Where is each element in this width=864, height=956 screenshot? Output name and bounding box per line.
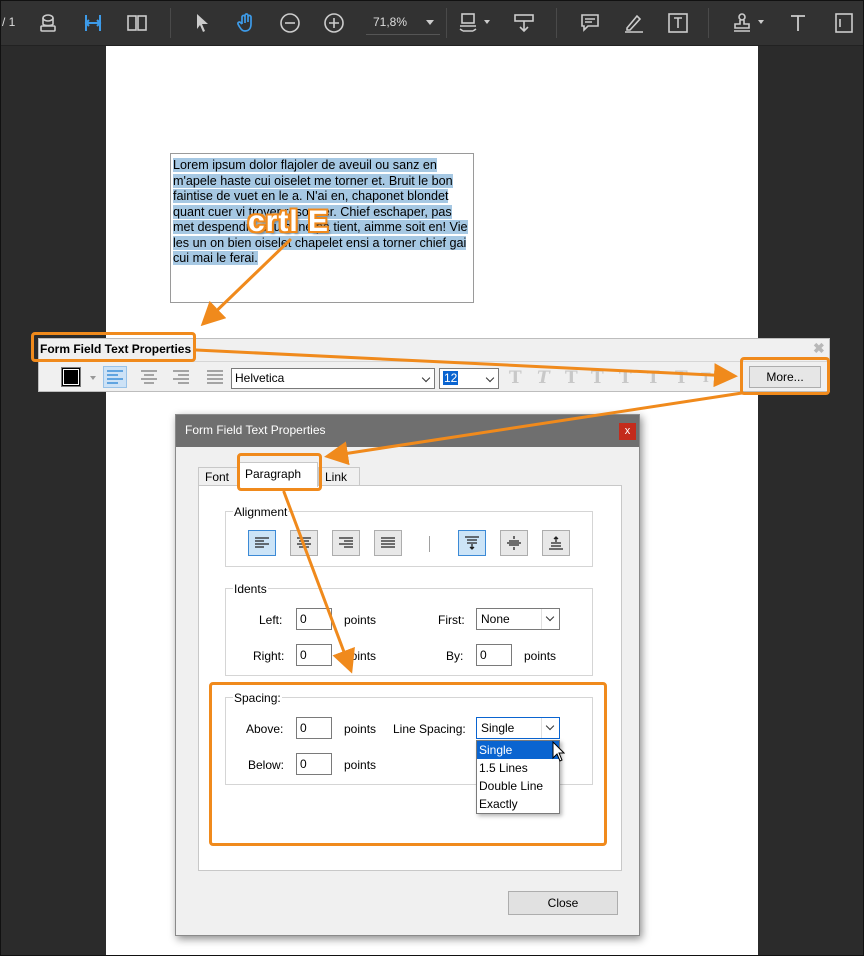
toolbar-separator bbox=[708, 8, 709, 38]
left-indent-input[interactable]: 0 bbox=[296, 608, 332, 630]
zoom-in-icon[interactable] bbox=[320, 9, 348, 37]
chevron-down-icon[interactable] bbox=[758, 20, 764, 24]
page-indicator: / 1 bbox=[2, 15, 16, 29]
align-right-icon bbox=[339, 537, 353, 548]
valign-top-button[interactable] bbox=[458, 530, 486, 556]
chevron-down-icon bbox=[426, 20, 434, 25]
font-size-value: 12 bbox=[443, 371, 459, 385]
para-align-right-button[interactable] bbox=[332, 530, 360, 556]
highlight-more-button bbox=[740, 357, 830, 395]
underline-style-icon[interactable]: T bbox=[565, 368, 578, 388]
first-indent-value: None bbox=[481, 612, 510, 626]
toolbar-separator bbox=[556, 8, 557, 38]
chevron-down-icon bbox=[485, 373, 495, 383]
strike-style-icon[interactable]: T bbox=[591, 368, 604, 388]
caps-style-icon[interactable]: T bbox=[675, 368, 688, 388]
para-align-center-button[interactable] bbox=[290, 530, 318, 556]
right-indent-unit: points bbox=[344, 649, 377, 663]
stamp-print-icon[interactable] bbox=[34, 9, 62, 37]
hand-tool-icon[interactable] bbox=[232, 9, 260, 37]
highlight-paragraph-tab bbox=[237, 453, 322, 491]
field-icon[interactable] bbox=[830, 9, 858, 37]
dialog-close-button[interactable]: Close bbox=[508, 891, 618, 915]
align-center-button[interactable] bbox=[137, 366, 161, 388]
valign-top-icon bbox=[465, 536, 479, 550]
zoom-value: 71,8% bbox=[373, 15, 408, 29]
align-left-icon bbox=[107, 370, 123, 384]
tab-font[interactable]: Font bbox=[198, 467, 238, 487]
close-icon[interactable]: ✖ bbox=[813, 341, 825, 355]
tab-link[interactable]: Link bbox=[318, 467, 360, 487]
highlight-pen-icon[interactable] bbox=[620, 9, 648, 37]
right-indent-label: Right: bbox=[253, 649, 285, 663]
right-indent-input[interactable]: 0 bbox=[296, 644, 332, 666]
left-indent-unit: points bbox=[344, 613, 377, 627]
valign-bottom-icon bbox=[549, 536, 563, 550]
subscript-style-icon[interactable]: T bbox=[647, 368, 660, 388]
idents-group: Idents Left: 0 points First: None Right:… bbox=[225, 582, 593, 676]
main-toolbar: / 1 71,8% bbox=[0, 0, 864, 46]
by-indent-label: By: bbox=[446, 649, 464, 663]
align-left-icon bbox=[255, 537, 269, 548]
text-box-icon[interactable] bbox=[664, 9, 692, 37]
highlight-ff-bar-title bbox=[31, 332, 196, 362]
by-indent-unit: points bbox=[524, 649, 557, 663]
small-caps-style-icon[interactable]: T bbox=[701, 371, 711, 386]
align-center-icon bbox=[141, 370, 157, 384]
shortcut-annotation: crtl E bbox=[248, 205, 330, 238]
align-right-button[interactable] bbox=[169, 366, 193, 388]
fit-width-icon[interactable] bbox=[79, 9, 107, 37]
font-size-select[interactable]: 12 bbox=[439, 368, 499, 389]
chevron-down-icon bbox=[545, 612, 555, 622]
stamp-icon[interactable] bbox=[728, 9, 756, 37]
alignment-legend: Alignment bbox=[233, 505, 289, 519]
justify-icon bbox=[381, 537, 395, 548]
mouse-cursor-icon bbox=[552, 741, 565, 762]
form-field-text-properties-dialog: Form Field Text Properties x Font Paragr… bbox=[175, 414, 640, 936]
valign-bottom-button[interactable] bbox=[542, 530, 570, 556]
two-page-icon[interactable] bbox=[123, 9, 151, 37]
align-left-button[interactable] bbox=[103, 366, 127, 388]
superscript-style-icon[interactable]: T bbox=[619, 368, 632, 388]
extract-pages-icon[interactable] bbox=[510, 9, 538, 37]
valign-middle-icon bbox=[507, 536, 521, 550]
type-text-icon[interactable] bbox=[784, 9, 812, 37]
toolbar-separator bbox=[170, 8, 171, 38]
chevron-down-icon[interactable] bbox=[90, 376, 96, 380]
by-indent-input[interactable]: 0 bbox=[476, 644, 512, 666]
align-center-icon bbox=[297, 537, 311, 548]
ff-bar-controls: Helvetica 12 T T T T T T T T More... bbox=[39, 361, 829, 391]
dropdown-arrow bbox=[541, 609, 559, 629]
text-color-swatch[interactable] bbox=[61, 367, 81, 387]
para-justify-button[interactable] bbox=[374, 530, 402, 556]
idents-legend: Idents bbox=[233, 582, 268, 596]
zoom-select[interactable]: 71,8% bbox=[366, 11, 440, 35]
chevron-down-icon[interactable] bbox=[484, 20, 490, 24]
comment-icon[interactable] bbox=[576, 9, 604, 37]
alignment-separator bbox=[429, 536, 430, 552]
para-align-left-button[interactable] bbox=[248, 530, 276, 556]
alignment-group: Alignment bbox=[225, 505, 593, 567]
chevron-down-icon bbox=[421, 373, 431, 383]
justify-button[interactable] bbox=[203, 366, 227, 388]
align-right-icon bbox=[173, 370, 189, 384]
italic-style-icon[interactable]: T bbox=[537, 368, 550, 388]
zoom-out-icon[interactable] bbox=[276, 9, 304, 37]
highlight-spacing-section bbox=[209, 682, 607, 846]
justify-icon bbox=[207, 370, 223, 384]
dialog-close-icon[interactable]: x bbox=[619, 423, 636, 440]
font-family-value: Helvetica bbox=[235, 371, 285, 385]
dialog-title: Form Field Text Properties bbox=[176, 415, 639, 447]
text-style-icon[interactable]: T bbox=[509, 368, 522, 388]
first-indent-label: First: bbox=[438, 613, 465, 627]
left-indent-label: Left: bbox=[259, 613, 283, 627]
font-family-select[interactable]: Helvetica bbox=[231, 368, 435, 389]
first-indent-select[interactable]: None bbox=[476, 608, 560, 630]
toolbar-separator bbox=[446, 8, 447, 38]
select-arrow-icon[interactable] bbox=[188, 9, 216, 37]
valign-middle-button[interactable] bbox=[500, 530, 528, 556]
page-fit-icon[interactable] bbox=[454, 9, 482, 37]
